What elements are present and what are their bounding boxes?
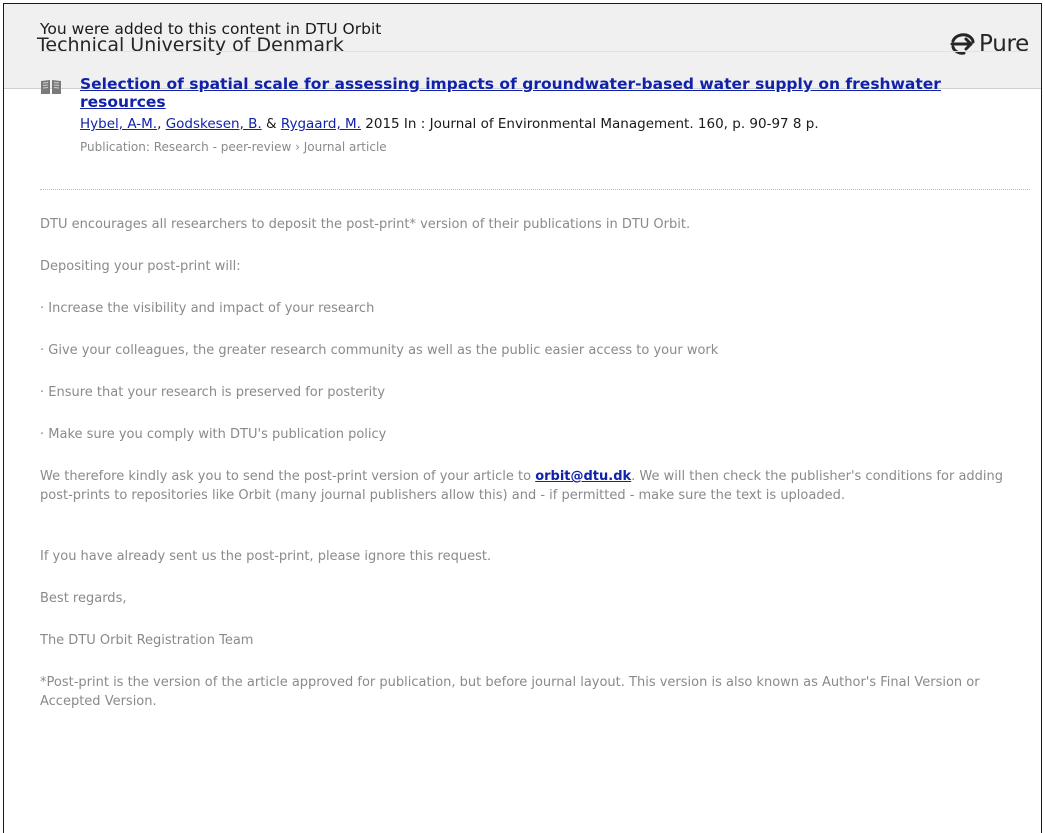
- signature-team: The DTU Orbit Registration Team: [40, 633, 254, 648]
- post-print-footnote: *Post-print is the version of the articl…: [40, 675, 980, 709]
- email-frame: Technical University of Denmark Pure You…: [3, 3, 1042, 833]
- author-separator: &: [261, 116, 281, 132]
- deposit-benefits-intro: Depositing your post-print will:: [40, 259, 241, 274]
- deposit-encouragement: DTU encourages all researchers to deposi…: [40, 217, 691, 232]
- publication-title-link[interactable]: Selection of spatial scale for assessing…: [80, 75, 1010, 111]
- orbit-email-link[interactable]: orbit@dtu.dk: [535, 469, 631, 484]
- book-icon: [40, 79, 62, 99]
- request-paragraph: We therefore kindly ask you to send the …: [40, 467, 1030, 505]
- request-text: We therefore kindly ask you to send the …: [40, 469, 536, 484]
- publication-type-breadcrumb: Publication: Research - peer-review › Jo…: [80, 140, 387, 154]
- closing-regards: Best regards,: [40, 591, 127, 606]
- ignore-note: If you have already sent us the post-pri…: [40, 549, 492, 564]
- intro-heading: You were added to this content in DTU Or…: [40, 20, 1030, 52]
- bullet-item: · Give your colleagues, the greater rese…: [40, 343, 719, 358]
- publication-details: 2015 In : Journal of Environmental Manag…: [360, 116, 819, 132]
- publication-meta: Hybel, A-M., Godskesen, B. & Rygaard, M.…: [80, 116, 1030, 132]
- author-link[interactable]: Godskesen, B.: [166, 116, 262, 132]
- bullet-item: · Ensure that your research is preserved…: [40, 385, 386, 400]
- author-link[interactable]: Rygaard, M.: [281, 116, 361, 132]
- bullet-item: · Make sure you comply with DTU's public…: [40, 427, 387, 442]
- author-link[interactable]: Hybel, A-M.: [80, 116, 157, 132]
- section-divider: [40, 189, 1030, 190]
- author-separator: ,: [157, 116, 166, 132]
- bullet-item: · Increase the visibility and impact of …: [40, 301, 375, 316]
